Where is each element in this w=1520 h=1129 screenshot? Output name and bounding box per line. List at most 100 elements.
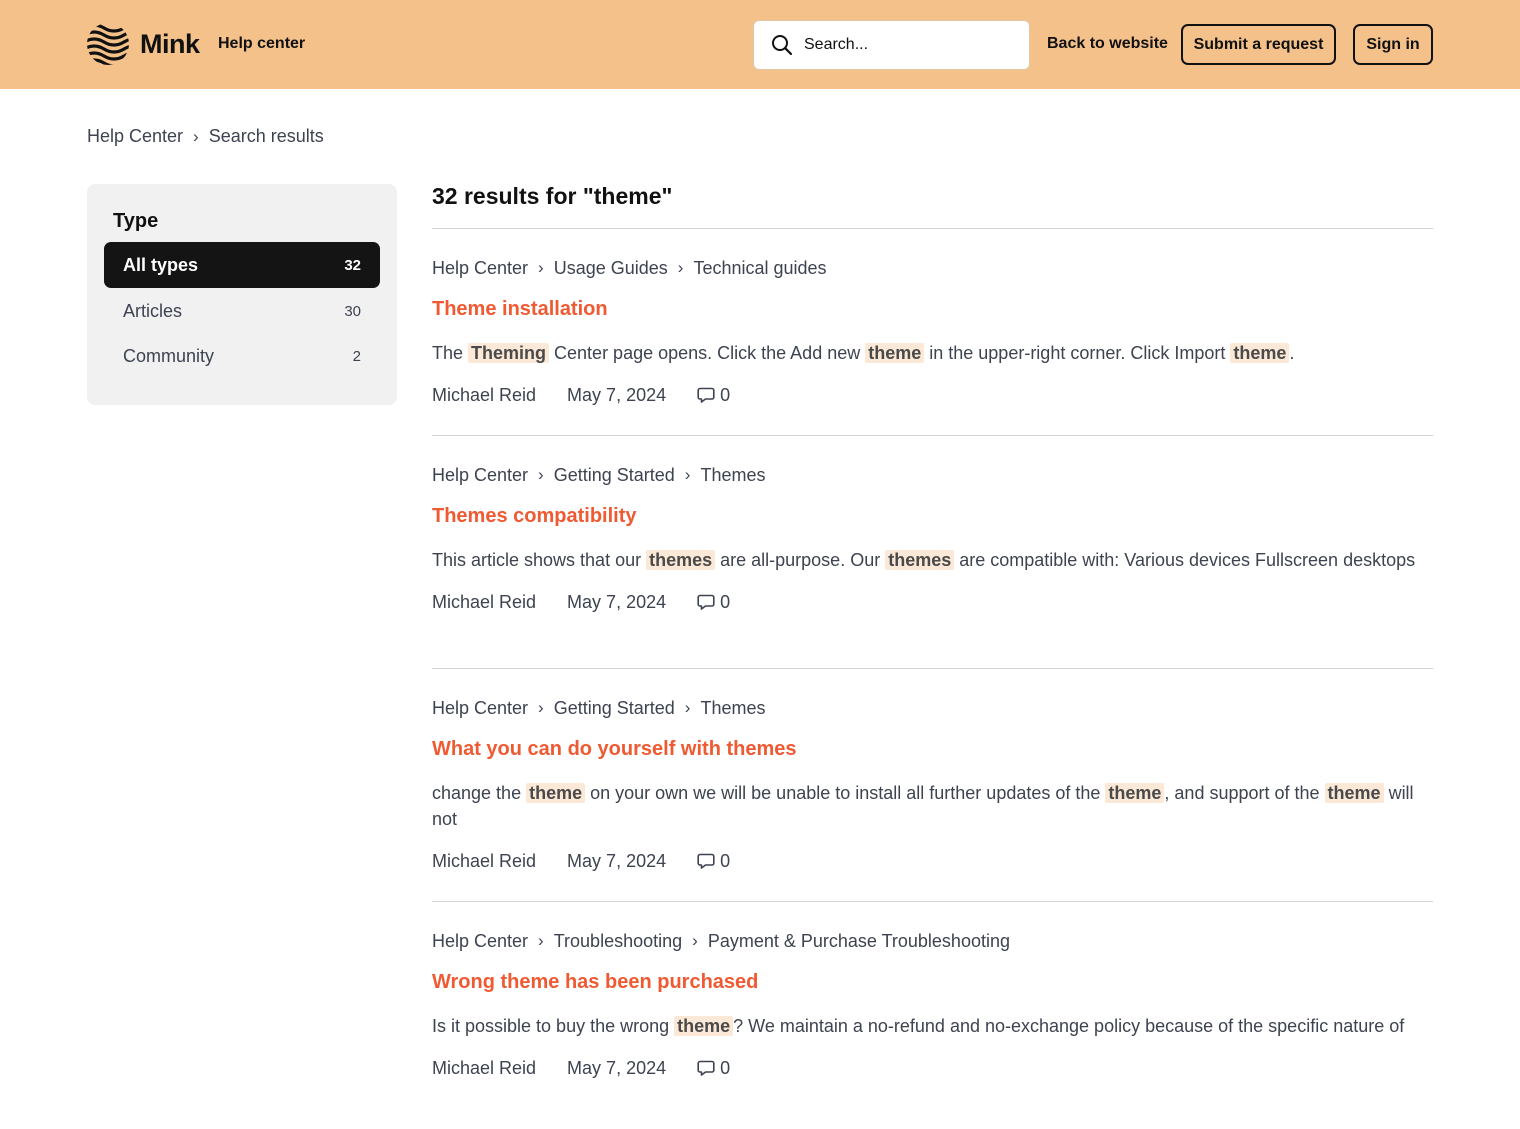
search-result: Help Center › Troubleshooting › Payment … (432, 929, 1433, 1080)
result-author: Michael Reid (432, 591, 537, 612)
chevron-right-icon: › (538, 258, 544, 277)
result-title-link[interactable]: Theme installation (432, 298, 1433, 322)
comment-bubble-icon (697, 853, 715, 869)
search-box[interactable] (753, 20, 1030, 70)
result-crumb[interactable]: Getting Started (554, 698, 675, 719)
comment-count: 0 (720, 850, 731, 871)
result-snippet: change the theme on your own we will be … (432, 783, 1414, 829)
search-highlight: Theming (468, 343, 550, 363)
chevron-right-icon: › (684, 465, 691, 484)
result-date: May 7, 2024 (567, 1057, 667, 1078)
breadcrumb: Help Center › Search results (87, 126, 324, 147)
comment-bubble-icon (697, 387, 715, 403)
result-crumb[interactable]: Technical guides (693, 258, 826, 279)
result-comments: 0 (697, 385, 730, 406)
result-comments: 0 (697, 592, 730, 613)
result-title-link[interactable]: What you can do yourself with themes (432, 738, 1433, 762)
chevron-right-icon: › (193, 126, 199, 146)
result-meta: Michael Reid May 7, 2024 0 (432, 383, 1433, 407)
submit-request-button[interactable]: Submit a request (1181, 24, 1336, 65)
comment-count: 0 (720, 384, 731, 405)
filter-community[interactable]: Community 2 (104, 333, 380, 379)
results-heading: 32 results for "theme" (432, 183, 673, 209)
comment-count: 0 (720, 1057, 731, 1078)
filter-title: Type (113, 210, 159, 232)
result-comments: 0 (697, 1058, 730, 1079)
filter-label: All types (123, 254, 199, 275)
search-result: Help Center › Getting Started › Themes T… (432, 463, 1433, 614)
result-breadcrumb: Help Center › Troubleshooting › Payment … (432, 929, 1433, 953)
brand-name: Mink (140, 28, 200, 59)
result-crumb[interactable]: Themes (700, 698, 765, 719)
brand-logo-link[interactable]: Mink (86, 22, 200, 66)
chevron-right-icon: › (677, 258, 684, 277)
divider (432, 435, 1433, 436)
breadcrumb-current: Search results (208, 126, 324, 146)
filter-count: 30 (344, 302, 361, 320)
comment-bubble-icon (697, 1060, 715, 1076)
result-crumb[interactable]: Troubleshooting (554, 931, 682, 952)
result-crumb[interactable]: Themes (700, 465, 765, 486)
chevron-right-icon: › (538, 698, 544, 717)
wave-lines-logo-icon (87, 23, 129, 65)
result-breadcrumb: Help Center › Getting Started › Themes (432, 463, 1433, 487)
divider (432, 228, 1433, 229)
result-author: Michael Reid (432, 384, 537, 405)
search-highlight: theme (1105, 783, 1165, 803)
search-highlight: theme (1230, 343, 1290, 363)
result-breadcrumb: Help Center › Getting Started › Themes (432, 696, 1433, 720)
result-date: May 7, 2024 (567, 384, 667, 405)
result-date: May 7, 2024 (567, 591, 667, 612)
search-result: Help Center › Getting Started › Themes W… (432, 696, 1433, 873)
search-highlight: themes (646, 550, 716, 570)
comment-bubble-icon (697, 594, 715, 610)
type-filter-panel: Type All types 32 Articles 30 Community … (87, 184, 397, 405)
result-crumb[interactable]: Help Center (432, 931, 528, 952)
search-highlight: theme (526, 783, 586, 803)
search-input[interactable] (802, 35, 1002, 55)
site-header: Mink Help center Back to website Submit … (0, 0, 1520, 89)
search-highlight: themes (885, 550, 955, 570)
result-snippet: This article shows that our themes are a… (432, 550, 1416, 570)
result-author: Michael Reid (432, 1057, 537, 1078)
result-date: May 7, 2024 (567, 850, 667, 871)
result-comments: 0 (697, 851, 730, 872)
filter-label: Community (123, 345, 215, 366)
result-meta: Michael Reid May 7, 2024 0 (432, 590, 1433, 614)
filter-articles[interactable]: Articles 30 (104, 288, 380, 334)
sign-in-button[interactable]: Sign in (1353, 24, 1433, 65)
result-snippet: Is it possible to buy the wrong theme? W… (432, 1016, 1405, 1036)
search-highlight: theme (1324, 783, 1384, 803)
result-crumb[interactable]: Payment & Purchase Troubleshooting (708, 931, 1010, 952)
breadcrumb-help-center[interactable]: Help Center (87, 126, 183, 147)
divider (432, 668, 1433, 669)
search-highlight: theme (674, 1016, 734, 1036)
result-crumb[interactable]: Usage Guides (554, 258, 668, 279)
search-result: Help Center › Usage Guides › Technical g… (432, 256, 1433, 407)
filter-label: Articles (123, 300, 183, 321)
result-crumb[interactable]: Help Center (432, 465, 528, 486)
chevron-right-icon: › (538, 931, 544, 950)
result-title-link[interactable]: Wrong theme has been purchased (432, 971, 1433, 995)
help-center-link[interactable]: Help center (218, 35, 305, 53)
search-highlight: theme (865, 343, 925, 363)
comment-count: 0 (720, 591, 731, 612)
search-icon (772, 35, 793, 56)
divider (432, 901, 1433, 902)
chevron-right-icon: › (538, 465, 544, 484)
result-crumb[interactable]: Getting Started (554, 465, 675, 486)
result-crumb[interactable]: Help Center (432, 258, 528, 279)
filter-all-types[interactable]: All types 32 (104, 242, 380, 288)
result-breadcrumb: Help Center › Usage Guides › Technical g… (432, 256, 1433, 280)
chevron-right-icon: › (684, 698, 691, 717)
back-to-website-link[interactable]: Back to website (1047, 35, 1168, 53)
chevron-right-icon: › (692, 931, 698, 950)
result-crumb[interactable]: Help Center (432, 698, 528, 719)
result-snippet: The Theming Center page opens. Click the… (432, 343, 1295, 363)
filter-count: 2 (352, 347, 361, 365)
result-title-link[interactable]: Themes compatibility (432, 505, 1433, 529)
result-meta: Michael Reid May 7, 2024 0 (432, 1056, 1433, 1080)
result-meta: Michael Reid May 7, 2024 0 (432, 849, 1433, 873)
filter-count: 32 (344, 256, 361, 274)
result-author: Michael Reid (432, 850, 537, 871)
